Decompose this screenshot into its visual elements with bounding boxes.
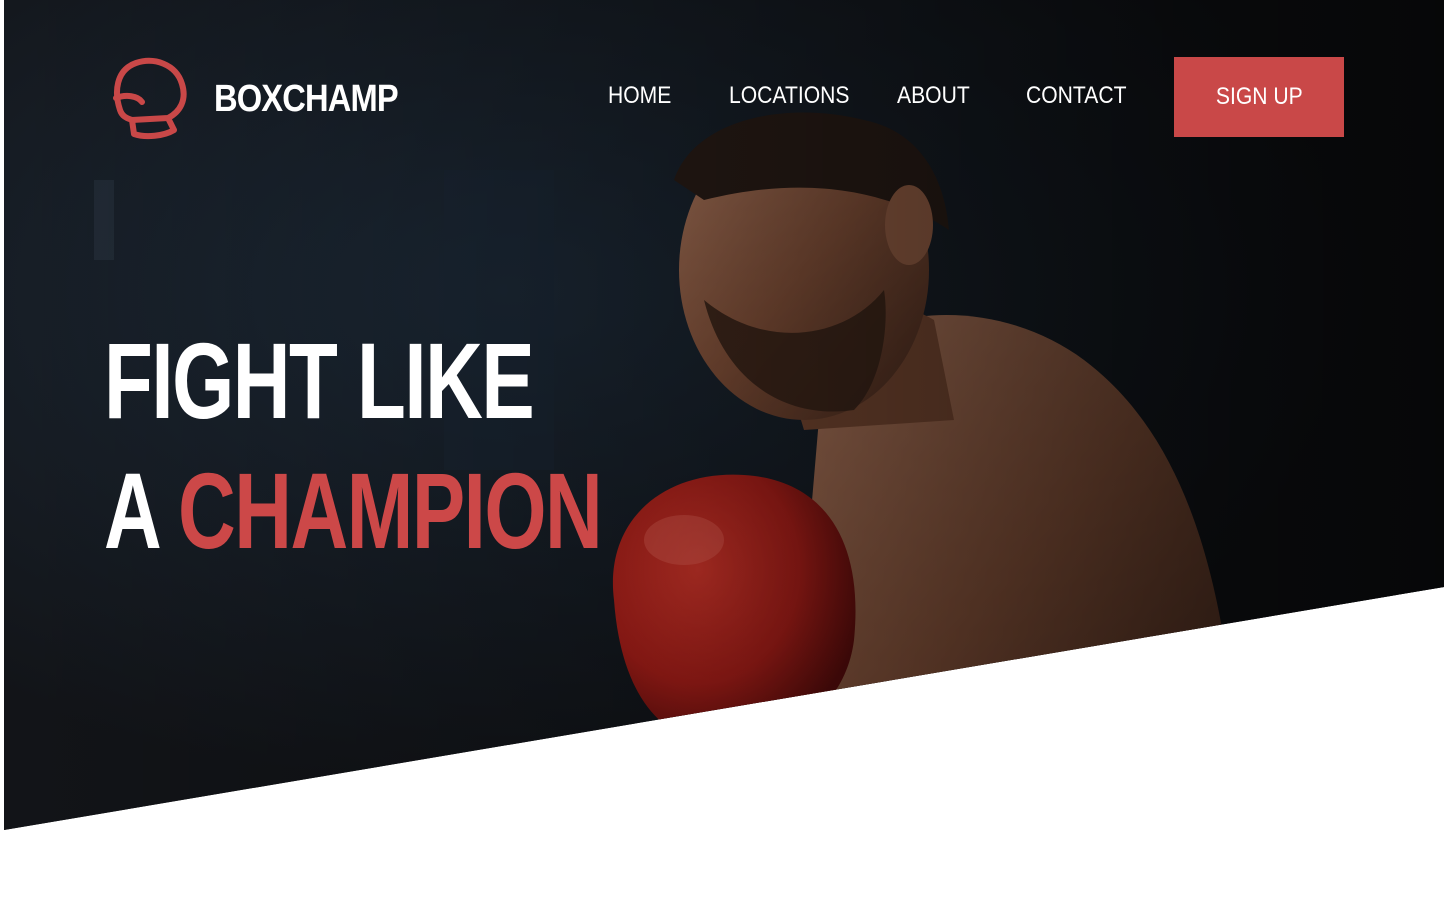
headline-prefix: A xyxy=(104,450,159,571)
headline-accent: CHAMPION xyxy=(178,450,603,571)
nav-locations[interactable]: LOCATIONS xyxy=(729,82,849,110)
site-header: BOXCHAMP HOME LOCATIONS ABOUT CONTACT SI… xyxy=(4,0,1444,180)
headline-line-2: A CHAMPION xyxy=(104,446,603,576)
nav-contact[interactable]: CONTACT xyxy=(1026,82,1127,110)
nav-about[interactable]: ABOUT xyxy=(897,82,970,110)
brand-logo[interactable]: BOXCHAMP xyxy=(108,56,428,142)
sign-up-label: SIGN UP xyxy=(1215,83,1303,110)
page: FIGHT LIKE A CHAMPION BOXCHAMP HOME LOCA… xyxy=(4,0,1444,910)
nav-home[interactable]: HOME xyxy=(608,82,671,110)
brand-name: BOXCHAMP xyxy=(214,77,399,120)
headline-line-1: FIGHT LIKE xyxy=(104,320,535,441)
hero-headline: FIGHT LIKE A CHAMPION xyxy=(104,316,603,576)
sign-up-button[interactable]: SIGN UP xyxy=(1174,57,1344,137)
boxing-glove-icon xyxy=(113,57,187,140)
